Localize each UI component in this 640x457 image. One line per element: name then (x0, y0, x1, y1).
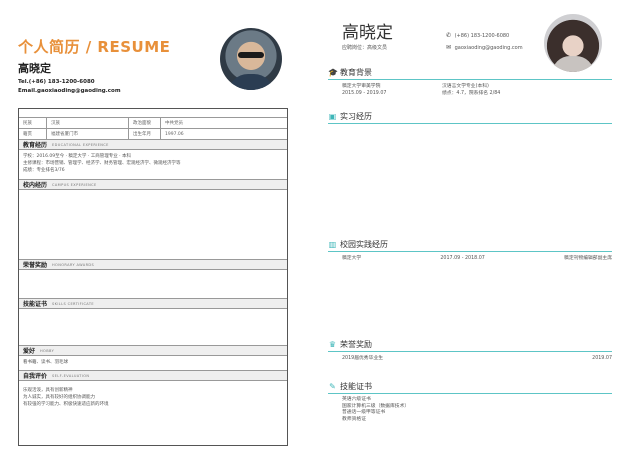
graduation-cap-icon: 🎓 (328, 67, 338, 77)
info-value: 1997.06 (165, 131, 184, 137)
major-name: 汉语言文学专业(本科) (442, 84, 489, 89)
section-body-self: 乐观活泼，具有创新精神 为人诚实，具有较好的组织协调能力 有较强的学习能力、积极… (19, 381, 287, 411)
certificate-icon: ✎ (329, 381, 336, 391)
info-key: 籍贯 (19, 129, 47, 139)
profile-photo (220, 28, 282, 90)
info-value: 中共党员 (165, 121, 183, 126)
skill-item: 教师资格证 (342, 416, 366, 422)
section-subtitle: SELF-EVALUATION (52, 373, 90, 378)
candidate-name: 高晓定 (18, 62, 51, 75)
email-text: gaoxiaoding@gaoding.com (454, 45, 523, 51)
section-header-campus: 校内经历 CAMPUS EXPERIENCE (19, 180, 287, 190)
section-title: 爱好 (23, 348, 36, 355)
section-title: 技能证书 (340, 381, 372, 391)
section-subtitle: CAMPUS EXPERIENCE (52, 182, 97, 187)
section-education: 🎓 教育背景 稿定大学审美学院 汉语言文学专业(本科) 2015.09 - 201… (328, 66, 612, 97)
section-title: 教育背景 (340, 67, 372, 77)
info-value: 福建省厦门市 (47, 129, 129, 139)
resume-title: 个人简历 / RESUME (18, 38, 171, 56)
section-body-awards (19, 270, 287, 299)
section-subtitle: EDUCATIONAL EXPERIENCE (52, 142, 109, 147)
candidate-name: 高晓定 (342, 23, 393, 43)
campus-role: 稿定刊物编辑部副主席 (564, 256, 612, 261)
building-icon: ▥ (328, 239, 337, 249)
section-title: 校内经历 (23, 182, 48, 189)
section-awards: ♛ 荣誉奖励 2019届优秀毕业生 2019.07 (328, 338, 612, 362)
info-row: 籍贯 福建省厦门市 出生年月 1997.06 (19, 129, 287, 140)
section-body-campus (19, 190, 287, 260)
profile-photo (544, 14, 602, 72)
section-title: 自我评价 (23, 373, 48, 380)
section-subtitle: HOBBY (40, 348, 55, 353)
education-line: 成绩：专业排名3/76 (23, 168, 65, 173)
trophy-icon: ♛ (328, 339, 337, 349)
school-name: 稿定大学审美学院 (342, 84, 381, 89)
section-title: 荣誉奖励 (340, 339, 372, 349)
section-divider (328, 251, 612, 252)
email-text: Email.gaoxiaoding@gaoding.com (18, 88, 121, 94)
section-title: 实习经历 (340, 111, 372, 121)
section-header-skills: 技能证书 SKILLS CERTIFICATE (19, 299, 287, 309)
section-header-hobby: 爱好 HOBBY (19, 346, 287, 356)
section-campus: ▥ 校园实践经历 稿定大学 2017.09 - 2018.07 稿定刊物编辑部副主… (328, 238, 612, 262)
info-key: 出生年月 (129, 129, 161, 139)
campus-org: 稿定大学 (342, 256, 362, 261)
education-line: 学校：2016.09至今 · 稿定大学 · 工商管理专业 · 本科 (23, 154, 131, 159)
phone-text: Tel.(+86) 183-1200-6080 (18, 79, 95, 85)
job-target: 应聘岗位：高级文员 (342, 45, 388, 51)
section-header-self: 自我评价 SELF-EVALUATION (19, 371, 287, 381)
phone-text: (+86) 183-1200-6080 (454, 33, 510, 39)
section-title: 技能证书 (23, 301, 48, 308)
section-body-hobby: 看书籍、读书、羽毛球 (19, 356, 287, 371)
section-body-skills (19, 309, 287, 346)
contact-block: ✆ (+86) 183-1200-6080 ✉ gaoxiaoding@gaod… (446, 30, 523, 54)
info-key: 民族 (19, 118, 47, 128)
right-resume: 高晓定 应聘岗位：高级文员 ✆ (+86) 183-1200-6080 ✉ ga… (320, 8, 630, 453)
section-body-education: 学校：2016.09至今 · 稿定大学 · 工商管理专业 · 本科 主修课程：市… (19, 150, 287, 180)
section-header-education: 教育经历 EDUCATIONAL EXPERIENCE (19, 140, 287, 150)
contact-block: Tel.(+86) 183-1200-6080 Email.gaoxiaodin… (18, 78, 121, 96)
section-title: 校园实践经历 (340, 239, 388, 249)
section-divider (328, 123, 612, 124)
section-skills: ✎ 技能证书 英语六级证书 国家计算机三级（数据库技术） 普通话一级甲等证书 教师… (328, 380, 612, 423)
section-subtitle: HONORARY AWARDS (52, 262, 95, 267)
section-title: 教育经历 (23, 142, 48, 149)
section-title: 荣誉奖励 (23, 262, 48, 269)
section-divider (328, 393, 612, 394)
section-internship: ▣ 实习经历 (328, 110, 612, 124)
mail-icon: ✉ (446, 44, 452, 51)
edu-period: 2015.09 - 2019.07 (342, 91, 387, 96)
left-resume: 个人简历 / RESUME 高晓定 Tel.(+86) 183-1200-608… (8, 8, 292, 448)
section-divider (328, 351, 612, 352)
self-line: 有较强的学习能力、积极快速适应新的环境 (23, 402, 109, 407)
briefcase-icon: ▣ (328, 111, 337, 121)
hobby-line: 看书籍、读书、羽毛球 (23, 360, 68, 365)
self-line: 为人诚实，具有较好的组织协调能力 (23, 395, 95, 400)
section-header-awards: 荣誉奖励 HONORARY AWARDS (19, 260, 287, 270)
award-item: 2019届优秀毕业生 (342, 356, 383, 361)
campus-period: 2017.09 - 2018.07 (440, 256, 485, 261)
info-row: 民族 汉族 政治面貌 中共党员 (19, 118, 287, 129)
info-key: 政治面貌 (129, 118, 161, 128)
self-line: 乐观活泼，具有创新精神 (23, 388, 73, 393)
edu-score: 绩点：4.7，院系排名 2/84 (442, 91, 501, 96)
education-line: 主修课程：市场营销、管理学、经济学、财务管理、宏观经济学、微观经济学等 (23, 161, 181, 166)
section-subtitle: SKILLS CERTIFICATE (52, 301, 94, 306)
award-year: 2019.07 (592, 356, 612, 361)
info-value: 汉族 (47, 118, 129, 128)
phone-icon: ✆ (446, 32, 452, 39)
section-divider (328, 79, 612, 80)
resume-table: 民族 汉族 政治面貌 中共党员 籍贯 福建省厦门市 出生年月 1997.06 教… (18, 108, 288, 446)
